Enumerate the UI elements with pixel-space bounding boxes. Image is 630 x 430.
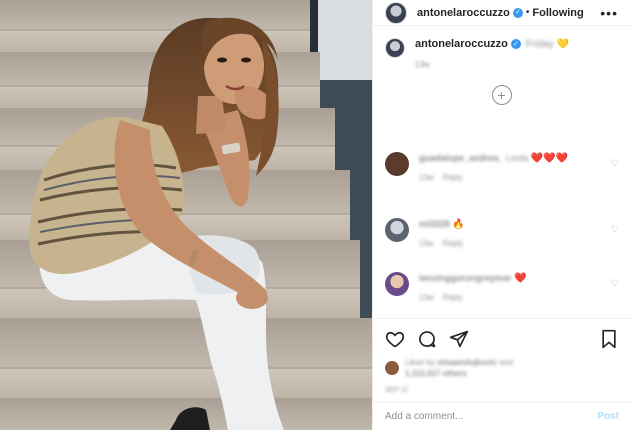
more-options-icon[interactable]: ••• [600,5,618,21]
reply-button[interactable]: Reply [443,293,463,302]
commenter-avatar[interactable] [385,218,409,242]
caption-timestamp[interactable]: 13w [415,60,569,69]
comment-like-heart-icon[interactable]: ♡ [611,224,619,235]
caption-author-username[interactable]: antonelaroccuzzo [415,38,508,50]
comment-time[interactable]: 13w [419,239,434,248]
comment-emoji: 🔥 [452,219,465,230]
post-actions: Liked by ninaamilujkovic and 1,112,417 o… [373,318,630,394]
commenter-avatar[interactable] [385,152,409,176]
liker-avatar[interactable] [385,361,399,375]
header-separator: • [525,7,530,18]
like-heart-icon[interactable] [385,329,405,349]
comment-bubble-icon[interactable] [417,329,437,349]
post-photo[interactable] [0,0,372,430]
comment-like-heart-icon[interactable]: ♡ [611,158,619,169]
likes-prefix: Liked by [405,358,435,367]
comment-emoji: ❤️❤️❤️ [530,153,568,164]
add-comment-bar: Post [373,402,630,430]
comment-like-heart-icon[interactable]: ♡ [611,278,619,289]
author-username[interactable]: antonelaroccuzzo [417,7,510,19]
comment-time[interactable]: 13w [419,173,434,182]
comment-item: guadalupe_andrea_ Linda ❤️❤️❤️ 13w Reply… [373,152,630,182]
commenter-avatar[interactable] [385,272,409,296]
caption-text: Friday [525,38,554,50]
post-timestamp[interactable]: SEP 11 [385,387,619,394]
first-liker-username[interactable]: ninaamilujkovic [437,358,497,367]
photo-illustration [0,0,372,430]
post-comment-button[interactable]: Post [597,411,619,422]
yellow-heart-emoji: 💛 [556,38,570,50]
caption-author-avatar[interactable] [385,38,405,58]
reply-button[interactable]: Reply [443,173,463,182]
post-header: antonelaroccuzzo ✓ • Following ••• [373,0,630,26]
author-avatar[interactable] [385,1,407,24]
comment-item: tenzinggurungreymar ❤️ 13w Reply ♡ [373,272,630,302]
share-paper-plane-icon[interactable] [449,329,469,349]
comment-time[interactable]: 13w [419,293,434,302]
load-more-comments-button[interactable]: + [491,85,512,105]
bookmark-icon[interactable] [599,329,619,349]
comment-item: mi3328 🔥 13w Reply ♡ [373,218,630,248]
caption-verified-badge-icon: ✓ [510,39,521,49]
comment-text: Linda [506,153,529,163]
comment-username[interactable]: guadalupe_andrea_ [419,153,504,163]
following-button[interactable]: Following [532,7,583,19]
post-side-panel: antonelaroccuzzo ✓ • Following ••• anton… [372,0,630,430]
comment-username[interactable]: tenzinggurungreymar [419,273,512,283]
comment-username[interactable]: mi3328 [419,219,450,229]
verified-badge-icon: ✓ [512,7,523,18]
comment-emoji: ❤️ [514,273,527,284]
likes-summary: Liked by ninaamilujkovic and 1,112,417 o… [385,357,619,379]
reply-button[interactable]: Reply [443,239,463,248]
post-caption: antonelaroccuzzo ✓ Friday 💛 13w [373,26,630,69]
likes-and: and [499,358,513,367]
likes-others-count[interactable]: 1,112,417 others [405,369,467,378]
add-comment-input[interactable] [385,411,598,422]
